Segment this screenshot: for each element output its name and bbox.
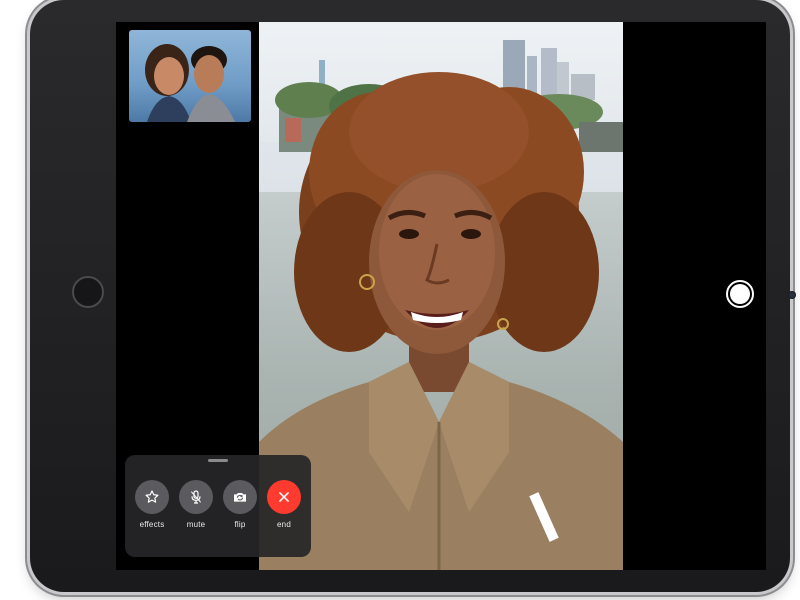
panel-grabber-handle[interactable] [208,459,228,462]
end-call-button-circle[interactable] [267,480,301,514]
mute-button-circle[interactable] [179,480,213,514]
effects-label: effects [139,520,165,529]
remote-video-feed [259,22,623,570]
front-camera-lens [788,291,796,299]
star-effects-icon [145,490,159,503]
microphone-icon [190,490,202,504]
camera-flip-icon [234,493,246,502]
effects-button-circle[interactable] [135,480,169,514]
shutter-inner-circle [730,284,750,304]
flip-button[interactable]: flip [218,480,262,540]
ipad-device-frame: effects mute flip end [30,0,796,592]
end-call-button[interactable]: end [262,480,306,540]
call-controls-panel: effects mute flip end [125,455,311,557]
self-preview-people-image [145,44,235,122]
close-icon [279,492,289,502]
mute-label: mute [186,520,206,529]
mute-button[interactable]: mute [174,480,218,540]
caller-person-image [259,72,623,570]
self-preview-video[interactable] [129,30,251,122]
facetime-screen: effects mute flip end [116,22,766,570]
end-label: end [277,520,291,529]
effects-button[interactable]: effects [130,480,174,540]
live-photo-shutter-button[interactable] [726,280,754,308]
home-button[interactable] [72,276,104,308]
flip-label: flip [234,520,246,529]
flip-button-circle[interactable] [223,480,257,514]
